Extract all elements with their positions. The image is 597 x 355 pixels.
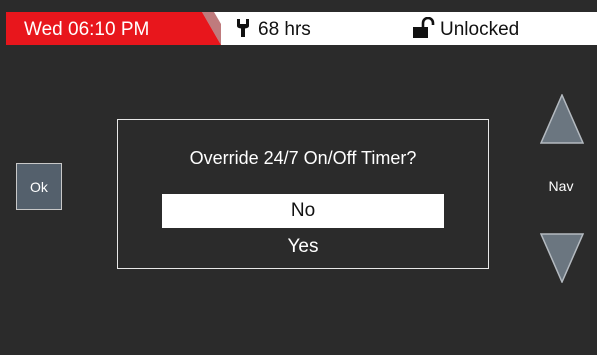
unlocked-padlock-icon [412, 16, 436, 44]
nav-down-button[interactable] [539, 233, 585, 288]
dialog-title: Override 24/7 On/Off Timer? [189, 148, 417, 168]
nav-label: Nav [548, 178, 574, 194]
ok-button[interactable]: Ok [16, 163, 62, 210]
nav-up-button[interactable] [539, 93, 585, 149]
status-datetime: Wed 06:10 PM [24, 19, 150, 40]
override-dialog: Override 24/7 On/Off Timer? No Yes [117, 119, 489, 269]
hours-indicator: 68 hrs [236, 15, 311, 45]
hours-text: 68 hrs [258, 19, 311, 40]
lock-status-text: Unlocked [440, 19, 520, 40]
triangle-up-icon [539, 93, 585, 144]
option-no[interactable]: No [162, 194, 444, 228]
option-yes[interactable]: Yes [162, 230, 444, 264]
triangle-down-icon [539, 233, 585, 284]
device-screen: Wed 06:10 PM 68 hrs Unlocked Ok Override… [0, 0, 597, 355]
wrench-icon [236, 18, 250, 43]
lock-indicator[interactable]: Unlocked [412, 15, 519, 45]
